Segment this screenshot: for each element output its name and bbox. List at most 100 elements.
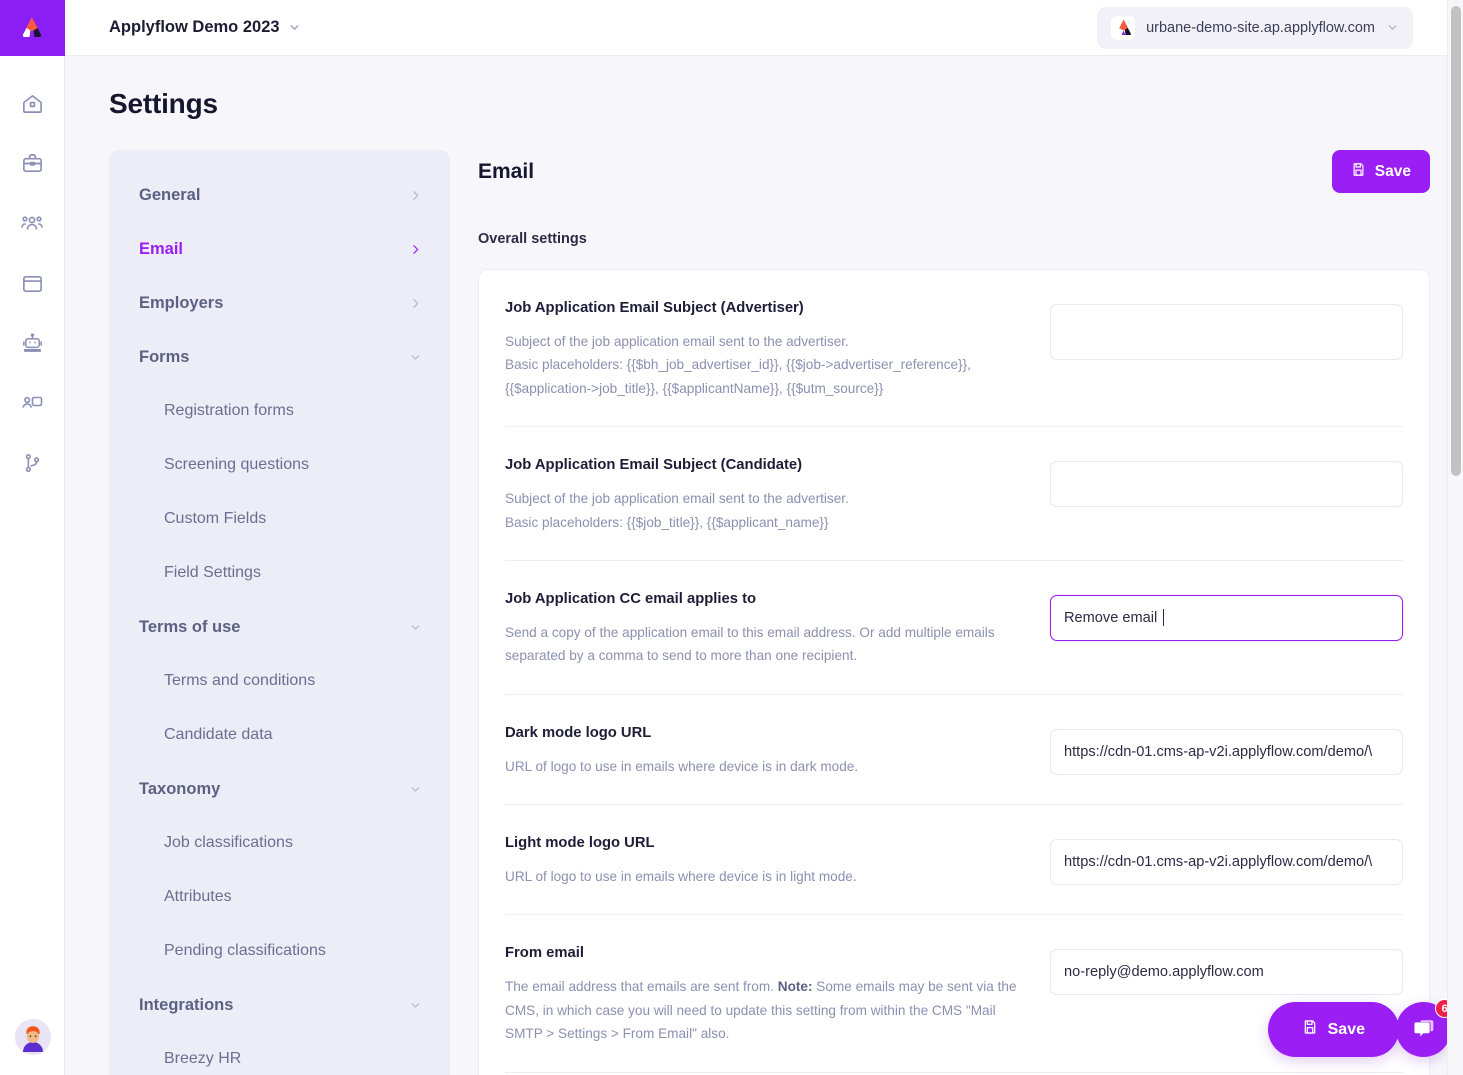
site-logo-icon: [1111, 15, 1136, 40]
settings-nav-item-field-settings[interactable]: Field Settings: [109, 546, 450, 600]
field-row-job-application-email-subject-candidate: Job Application Email Subject (Candidate…: [505, 427, 1403, 561]
settings-nav-group-general[interactable]: General: [109, 168, 450, 222]
tenant-selector[interactable]: Applyflow Demo 2023: [109, 18, 301, 37]
chevron-right-icon: [409, 297, 422, 310]
field-row-job-application-cc-email-applies-to: Job Application CC email applies to Send …: [505, 561, 1403, 695]
field-help-line: Subject of the job application email sen…: [505, 334, 849, 349]
floating-save-button[interactable]: Save: [1267, 1002, 1399, 1057]
section-subtitle: Overall settings: [478, 231, 587, 247]
field-input-job-application-cc-email-applies-to[interactable]: Remove email: [1050, 594, 1403, 641]
vertical-scrollbar[interactable]: [1447, 0, 1463, 1075]
save-button[interactable]: Save: [1331, 150, 1430, 193]
site-selector[interactable]: urbane-demo-site.ap.applyflow.com: [1097, 6, 1413, 49]
field-row-dark-mode-logo-url: Dark mode logo URL URL of logo to use in …: [505, 695, 1403, 805]
field-input-job-application-email-subject-candidate[interactable]: [1050, 461, 1403, 508]
field-label: From email: [505, 945, 584, 962]
avatar-illustration-icon: [15, 1019, 51, 1055]
robot-icon[interactable]: [15, 326, 49, 360]
settings-nav-label: Integrations: [139, 995, 234, 1014]
field-description: Dark mode logo URL URL of logo to use in …: [505, 723, 1026, 778]
field-help: Subject of the job application email sen…: [505, 487, 1026, 534]
field-input-value: https://cdn-01.cms-ap-v2i.applyflow.com/…: [1064, 743, 1373, 760]
field-control: https://cdn-01.cms-ap-v2i.applyflow.com/…: [1050, 833, 1403, 885]
field-help-line: Send a copy of the application email to …: [505, 624, 995, 640]
field-description: Job Application CC email applies to Send …: [505, 589, 1026, 668]
user-card-icon[interactable]: [15, 386, 49, 420]
page-title: Settings: [109, 88, 218, 119]
briefcase-icon[interactable]: [15, 146, 49, 180]
settings-nav-label: Terms and conditions: [164, 672, 316, 689]
content-header: Email Save: [478, 150, 1430, 193]
settings-nav-item-attributes[interactable]: Attributes: [109, 870, 450, 924]
field-control: Remove email: [1050, 589, 1403, 641]
home-icon[interactable]: [15, 86, 49, 120]
app-root: Applyflow Demo 2023 urbane-demo-site.ap.…: [0, 0, 1463, 1075]
git-branch-icon[interactable]: [15, 446, 49, 480]
field-help: URL of logo to use in emails where devic…: [505, 865, 1026, 888]
field-label: Light mode logo URL: [505, 835, 655, 851]
settings-nav-label: Field Settings: [164, 564, 261, 581]
rail-icon-list: [15, 86, 49, 480]
settings-nav-group-email[interactable]: Email: [109, 222, 450, 276]
settings-nav-label: Screening questions: [164, 456, 309, 473]
people-icon[interactable]: [15, 206, 49, 240]
text-caret: [1163, 609, 1165, 627]
avatar[interactable]: [15, 1019, 51, 1055]
chevron-right-icon: [409, 243, 422, 256]
settings-nav-item-pending-classifications[interactable]: Pending classifications: [109, 924, 450, 978]
settings-nav-item-custom-fields[interactable]: Custom Fields: [109, 492, 450, 546]
field-label: Dark mode logo URL: [505, 724, 652, 741]
field-help: URL of logo to use in emails where devic…: [505, 755, 1026, 778]
top-bar: Applyflow Demo 2023 urbane-demo-site.ap.…: [65, 0, 1463, 56]
settings-nav-group-employers[interactable]: Employers: [109, 276, 450, 330]
settings-layout: General Email Employers Forms Registration f…: [109, 150, 1463, 1075]
settings-nav-label: Employers: [139, 293, 224, 312]
field-input-dark-mode-logo-url[interactable]: https://cdn-01.cms-ap-v2i.applyflow.com/…: [1050, 728, 1403, 775]
chevron-down-icon: [409, 999, 422, 1012]
settings-nav-item-registration-forms[interactable]: Registration forms: [109, 384, 450, 438]
field-help-line: Basic placeholders: {{$bh_job_advertiser…: [505, 357, 971, 373]
settings-nav-item-candidate-data[interactable]: Candidate data: [109, 708, 450, 762]
scrollbar-thumb[interactable]: [1451, 6, 1461, 476]
chevron-right-icon: [409, 189, 422, 202]
field-description: From email The email address that emails …: [505, 943, 1026, 1045]
save-button-label: Save: [1374, 162, 1411, 180]
chat-bubbles-icon: [1413, 1019, 1433, 1036]
settings-nav-group-terms-of-use[interactable]: Terms of use: [109, 600, 450, 654]
app-logo[interactable]: [0, 0, 65, 56]
chat-widget-button[interactable]: 6: [1396, 999, 1454, 1057]
applyflow-triangle-logo-icon: [22, 17, 42, 37]
settings-nav-item-breezy-hr[interactable]: Breezy HR: [109, 1032, 450, 1075]
settings-nav-item-job-classifications[interactable]: Job classifications: [109, 816, 450, 870]
settings-nav-group-integrations[interactable]: Integrations: [109, 978, 450, 1032]
field-help: The email address that emails are sent f…: [505, 979, 1017, 1042]
settings-nav-group-taxonomy[interactable]: Taxonomy: [109, 762, 450, 816]
settings-nav-group-forms[interactable]: Forms: [109, 330, 450, 384]
settings-nav-label: Custom Fields: [164, 510, 267, 527]
settings-nav-item-terms-and-conditions[interactable]: Terms and conditions: [109, 654, 450, 708]
field-input-light-mode-logo-url[interactable]: https://cdn-01.cms-ap-v2i.applyflow.com/…: [1050, 839, 1403, 885]
settings-nav-label: Registration forms: [164, 402, 294, 419]
field-input-from-email[interactable]: no-reply@demo.applyflow.com: [1050, 949, 1403, 996]
settings-nav-label: Candidate data: [164, 726, 273, 743]
settings-nav: General Email Employers Forms Registration f…: [109, 150, 450, 1075]
field-help-line: URL of logo to use in emails where devic…: [505, 758, 859, 774]
field-label: Job Application Email Subject (Advertise…: [505, 300, 804, 316]
settings-nav-label: Taxonomy: [139, 779, 221, 798]
settings-nav-label: Attributes: [164, 888, 232, 905]
site-name: urbane-demo-site.ap.applyflow.com: [1146, 19, 1375, 36]
browser-window-icon[interactable]: [15, 266, 49, 300]
settings-nav-label: Terms of use: [139, 617, 241, 636]
field-description: Light mode logo URL URL of logo to use in…: [505, 833, 1026, 888]
settings-nav-label: Breezy HR: [164, 1050, 242, 1067]
settings-nav-label: General: [139, 185, 201, 204]
settings-nav-label: Job classifications: [164, 834, 293, 851]
settings-card: Job Application Email Subject (Advertise…: [478, 269, 1430, 1075]
field-label: Job Application Email Subject (Candidate…: [505, 457, 803, 474]
field-input-job-application-email-subject-advertiser[interactable]: [1050, 304, 1403, 360]
floppy-disk-icon: [1302, 1019, 1318, 1040]
chevron-down-icon: [409, 351, 422, 364]
field-description: Job Application Email Subject (Candidate…: [505, 455, 1026, 534]
content-title: Email: [478, 160, 535, 183]
settings-nav-item-screening-questions[interactable]: Screening questions: [109, 438, 450, 492]
